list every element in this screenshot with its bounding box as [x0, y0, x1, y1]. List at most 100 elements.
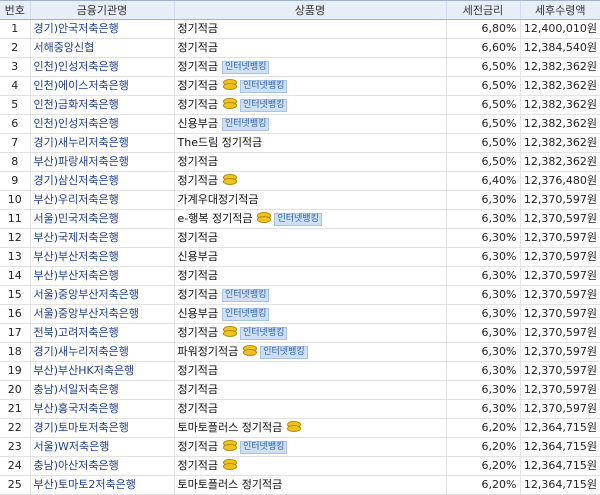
table-row[interactable]: 10 부산)우리저축은행 가계우대정기적금 6,30% 12,370,597원: [0, 190, 600, 210]
table-row[interactable]: 23 서울)W저축은행 정기적금 인터넷뱅킹 6,20% 12,364,715원: [0, 437, 600, 457]
product-link[interactable]: The드림 정기적금: [178, 136, 263, 149]
table-row[interactable]: 19 부산)부산HK저축은행 정기적금 6,30% 12,370,597원: [0, 361, 600, 381]
institution-link[interactable]: 서울)민국저축은행: [29, 209, 174, 229]
product-link[interactable]: 정기적금: [178, 155, 218, 168]
column-header-product[interactable]: 상품명: [173, 0, 446, 20]
institution-link[interactable]: 부산)토마토2저축은행: [29, 475, 174, 495]
institution-link[interactable]: 인천)인성저축은행: [29, 57, 174, 77]
column-header-institution[interactable]: 금융기관명: [29, 0, 174, 20]
internet-banking-badge[interactable]: 인터넷뱅킹: [274, 213, 322, 226]
product-link[interactable]: 신용부금: [178, 117, 218, 130]
institution-link[interactable]: 인천)에이스저축은행: [29, 76, 174, 96]
internet-banking-badge[interactable]: 인터넷뱅킹: [239, 99, 288, 112]
institution-link[interactable]: 경기)안국저축은행: [29, 19, 174, 39]
table-row[interactable]: 2 서해중앙신협 정기적금 6,60% 12,384,540원: [0, 38, 600, 58]
internet-banking-badge[interactable]: 인터넷뱅킹: [221, 61, 270, 74]
internet-banking-badge[interactable]: 인터넷뱅킹: [260, 346, 308, 359]
internet-banking-badge[interactable]: 인터넷뱅킹: [239, 80, 288, 93]
table-row[interactable]: 12 부산)국제저축은행 정기적금 6,30% 12,370,597원: [0, 228, 600, 248]
institution-link[interactable]: 서울)중앙부산저축은행: [29, 304, 174, 324]
table-row[interactable]: 4 인천)에이스저축은행 정기적금 인터넷뱅킹 6,50% 12,382,362원: [0, 76, 600, 96]
table-row[interactable]: 21 부산)홍국저축은행 정기적금 6,30% 12,370,597원: [0, 399, 600, 419]
table-row[interactable]: 25 부산)토마토2저축은행 토마토플러스 정기적금 6,20% 12,364,715원: [0, 475, 600, 495]
table-row[interactable]: 11 서울)민국저축은행 e-행복 정기적금 인터넷뱅킹 6,30% 12,370,597…: [0, 209, 600, 229]
internet-banking-badge[interactable]: 인터넷뱅킹: [221, 308, 270, 321]
institution-link[interactable]: 서울)중앙부산저축은행: [29, 285, 174, 305]
table-row[interactable]: 20 충남)서일저축은행 정기적금 6,30% 12,370,597원: [0, 380, 600, 400]
product-link[interactable]: 정기적금: [178, 41, 218, 54]
institution-link[interactable]: 부산)부산HK저축은행: [29, 361, 174, 381]
institution-link[interactable]: 서울)W저축은행: [29, 437, 174, 457]
coin-icon: [222, 98, 237, 109]
table-row[interactable]: 15 서울)중앙부산저축은행 정기적금 인터넷뱅킹 6,30% 12,370,597원: [0, 285, 600, 305]
column-header-number[interactable]: 번호: [0, 0, 30, 20]
product-link[interactable]: 정기적금: [178, 60, 218, 73]
institution-link[interactable]: 인천)금화저축은행: [29, 95, 174, 115]
institution-link[interactable]: 부산)파랑새저축은행: [29, 152, 174, 172]
internet-banking-badge[interactable]: 인터넷뱅킹: [239, 441, 288, 454]
after-tax-amount: 12,370,597원: [519, 361, 600, 381]
institution-link[interactable]: 전북)고려저축은행: [29, 323, 174, 343]
institution-link[interactable]: 경기)새누리저축은행: [29, 342, 174, 362]
column-header-after-tax-amount[interactable]: 세후수령액: [519, 0, 600, 20]
institution-link[interactable]: 부산)홍국저축은행: [29, 399, 174, 419]
product-link[interactable]: e-행복 정기적금: [178, 212, 253, 225]
product-link[interactable]: 토마토플러스 정기적금: [178, 421, 283, 434]
institution-link[interactable]: 경기)새누리저축은행: [29, 133, 174, 153]
table-row[interactable]: 3 인천)인성저축은행 정기적금 인터넷뱅킹 6,50% 12,382,362원: [0, 57, 600, 77]
table-row[interactable]: 16 서울)중앙부산저축은행 신용부금 인터넷뱅킹 6,30% 12,370,597원: [0, 304, 600, 324]
table-row[interactable]: 6 인천)인성저축은행 신용부금 인터넷뱅킹 6,50% 12,382,362원: [0, 114, 600, 134]
table-row[interactable]: 9 경기)삼신저축은행 정기적금 6,40% 12,376,480원: [0, 171, 600, 191]
internet-banking-badge[interactable]: 인터넷뱅킹: [239, 327, 288, 340]
product-link[interactable]: 가계우대정기적금: [178, 193, 259, 206]
product-link[interactable]: 파워정기적금: [178, 345, 239, 358]
product-link[interactable]: 정기적금: [178, 98, 218, 111]
row-number: 24: [0, 456, 30, 476]
internet-banking-badge[interactable]: 인터넷뱅킹: [221, 118, 270, 131]
product-link[interactable]: 정기적금: [178, 459, 218, 472]
product-link[interactable]: 정기적금: [178, 288, 218, 301]
institution-link[interactable]: 서해중앙신협: [29, 38, 174, 58]
product-link[interactable]: 정기적금: [178, 402, 218, 415]
product-link[interactable]: 정기적금: [178, 364, 218, 377]
table-row[interactable]: 13 부산)부산저축은행 신용부금 6,30% 12,370,597원: [0, 247, 600, 267]
table-row[interactable]: 7 경기)새누리저축은행 The드림 정기적금 6,50% 12,382,362원: [0, 133, 600, 153]
column-header-pretax-rate[interactable]: 세전금리: [445, 0, 520, 20]
table-row[interactable]: 24 충남)아산저축은행 정기적금 6,20% 12,364,715원: [0, 456, 600, 476]
product-link[interactable]: 정기적금: [178, 383, 218, 396]
product-link[interactable]: 정기적금: [178, 22, 218, 35]
institution-link[interactable]: 부산)우리저축은행: [29, 190, 174, 210]
table-row[interactable]: 22 경기)토마토저축은행 토마토플러스 정기적금 6,20% 12,364,715원: [0, 418, 600, 438]
table-row[interactable]: 17 전북)고려저축은행 정기적금 인터넷뱅킹 6,30% 12,370,597원: [0, 323, 600, 343]
product-link[interactable]: 정기적금: [178, 174, 218, 187]
row-number: 17: [0, 323, 30, 343]
table-row[interactable]: 14 부산)부산저축은행 정기적금 6,30% 12,370,597원: [0, 266, 600, 286]
institution-link[interactable]: 부산)부산저축은행: [29, 247, 174, 267]
institution-link[interactable]: 부산)국제저축은행: [29, 228, 174, 248]
table-row[interactable]: 1 경기)안국저축은행 정기적금 6,80% 12,400,010원: [0, 19, 600, 39]
pretax-rate: 6,50%: [445, 95, 520, 115]
after-tax-amount: 12,370,597원: [519, 304, 600, 324]
product-link[interactable]: 토마토플러스 정기적금: [178, 478, 283, 491]
product-link[interactable]: 정기적금: [178, 231, 218, 244]
after-tax-amount: 12,384,540원: [519, 38, 600, 58]
table-row[interactable]: 8 부산)파랑새저축은행 정기적금 6,50% 12,382,362원: [0, 152, 600, 172]
institution-link[interactable]: 경기)토마토저축은행: [29, 418, 174, 438]
table-row[interactable]: 5 인천)금화저축은행 정기적금 인터넷뱅킹 6,50% 12,382,362원: [0, 95, 600, 115]
product-cell: 정기적금: [173, 171, 446, 191]
institution-link[interactable]: 인천)인성저축은행: [29, 114, 174, 134]
table-row[interactable]: 18 경기)새누리저축은행 파워정기적금 인터넷뱅킹 6,30% 12,370,597원: [0, 342, 600, 362]
product-link[interactable]: 정기적금: [178, 326, 218, 339]
institution-link[interactable]: 부산)부산저축은행: [29, 266, 174, 286]
internet-banking-badge[interactable]: 인터넷뱅킹: [221, 289, 270, 302]
row-number: 12: [0, 228, 30, 248]
institution-link[interactable]: 충남)서일저축은행: [29, 380, 174, 400]
institution-link[interactable]: 경기)삼신저축은행: [29, 171, 174, 191]
product-cell: The드림 정기적금: [173, 133, 446, 153]
product-link[interactable]: 신용부금: [178, 250, 218, 263]
product-link[interactable]: 신용부금: [178, 307, 218, 320]
product-link[interactable]: 정기적금: [178, 269, 218, 282]
product-link[interactable]: 정기적금: [178, 440, 218, 453]
institution-link[interactable]: 충남)아산저축은행: [29, 456, 174, 476]
product-link[interactable]: 정기적금: [178, 79, 218, 92]
